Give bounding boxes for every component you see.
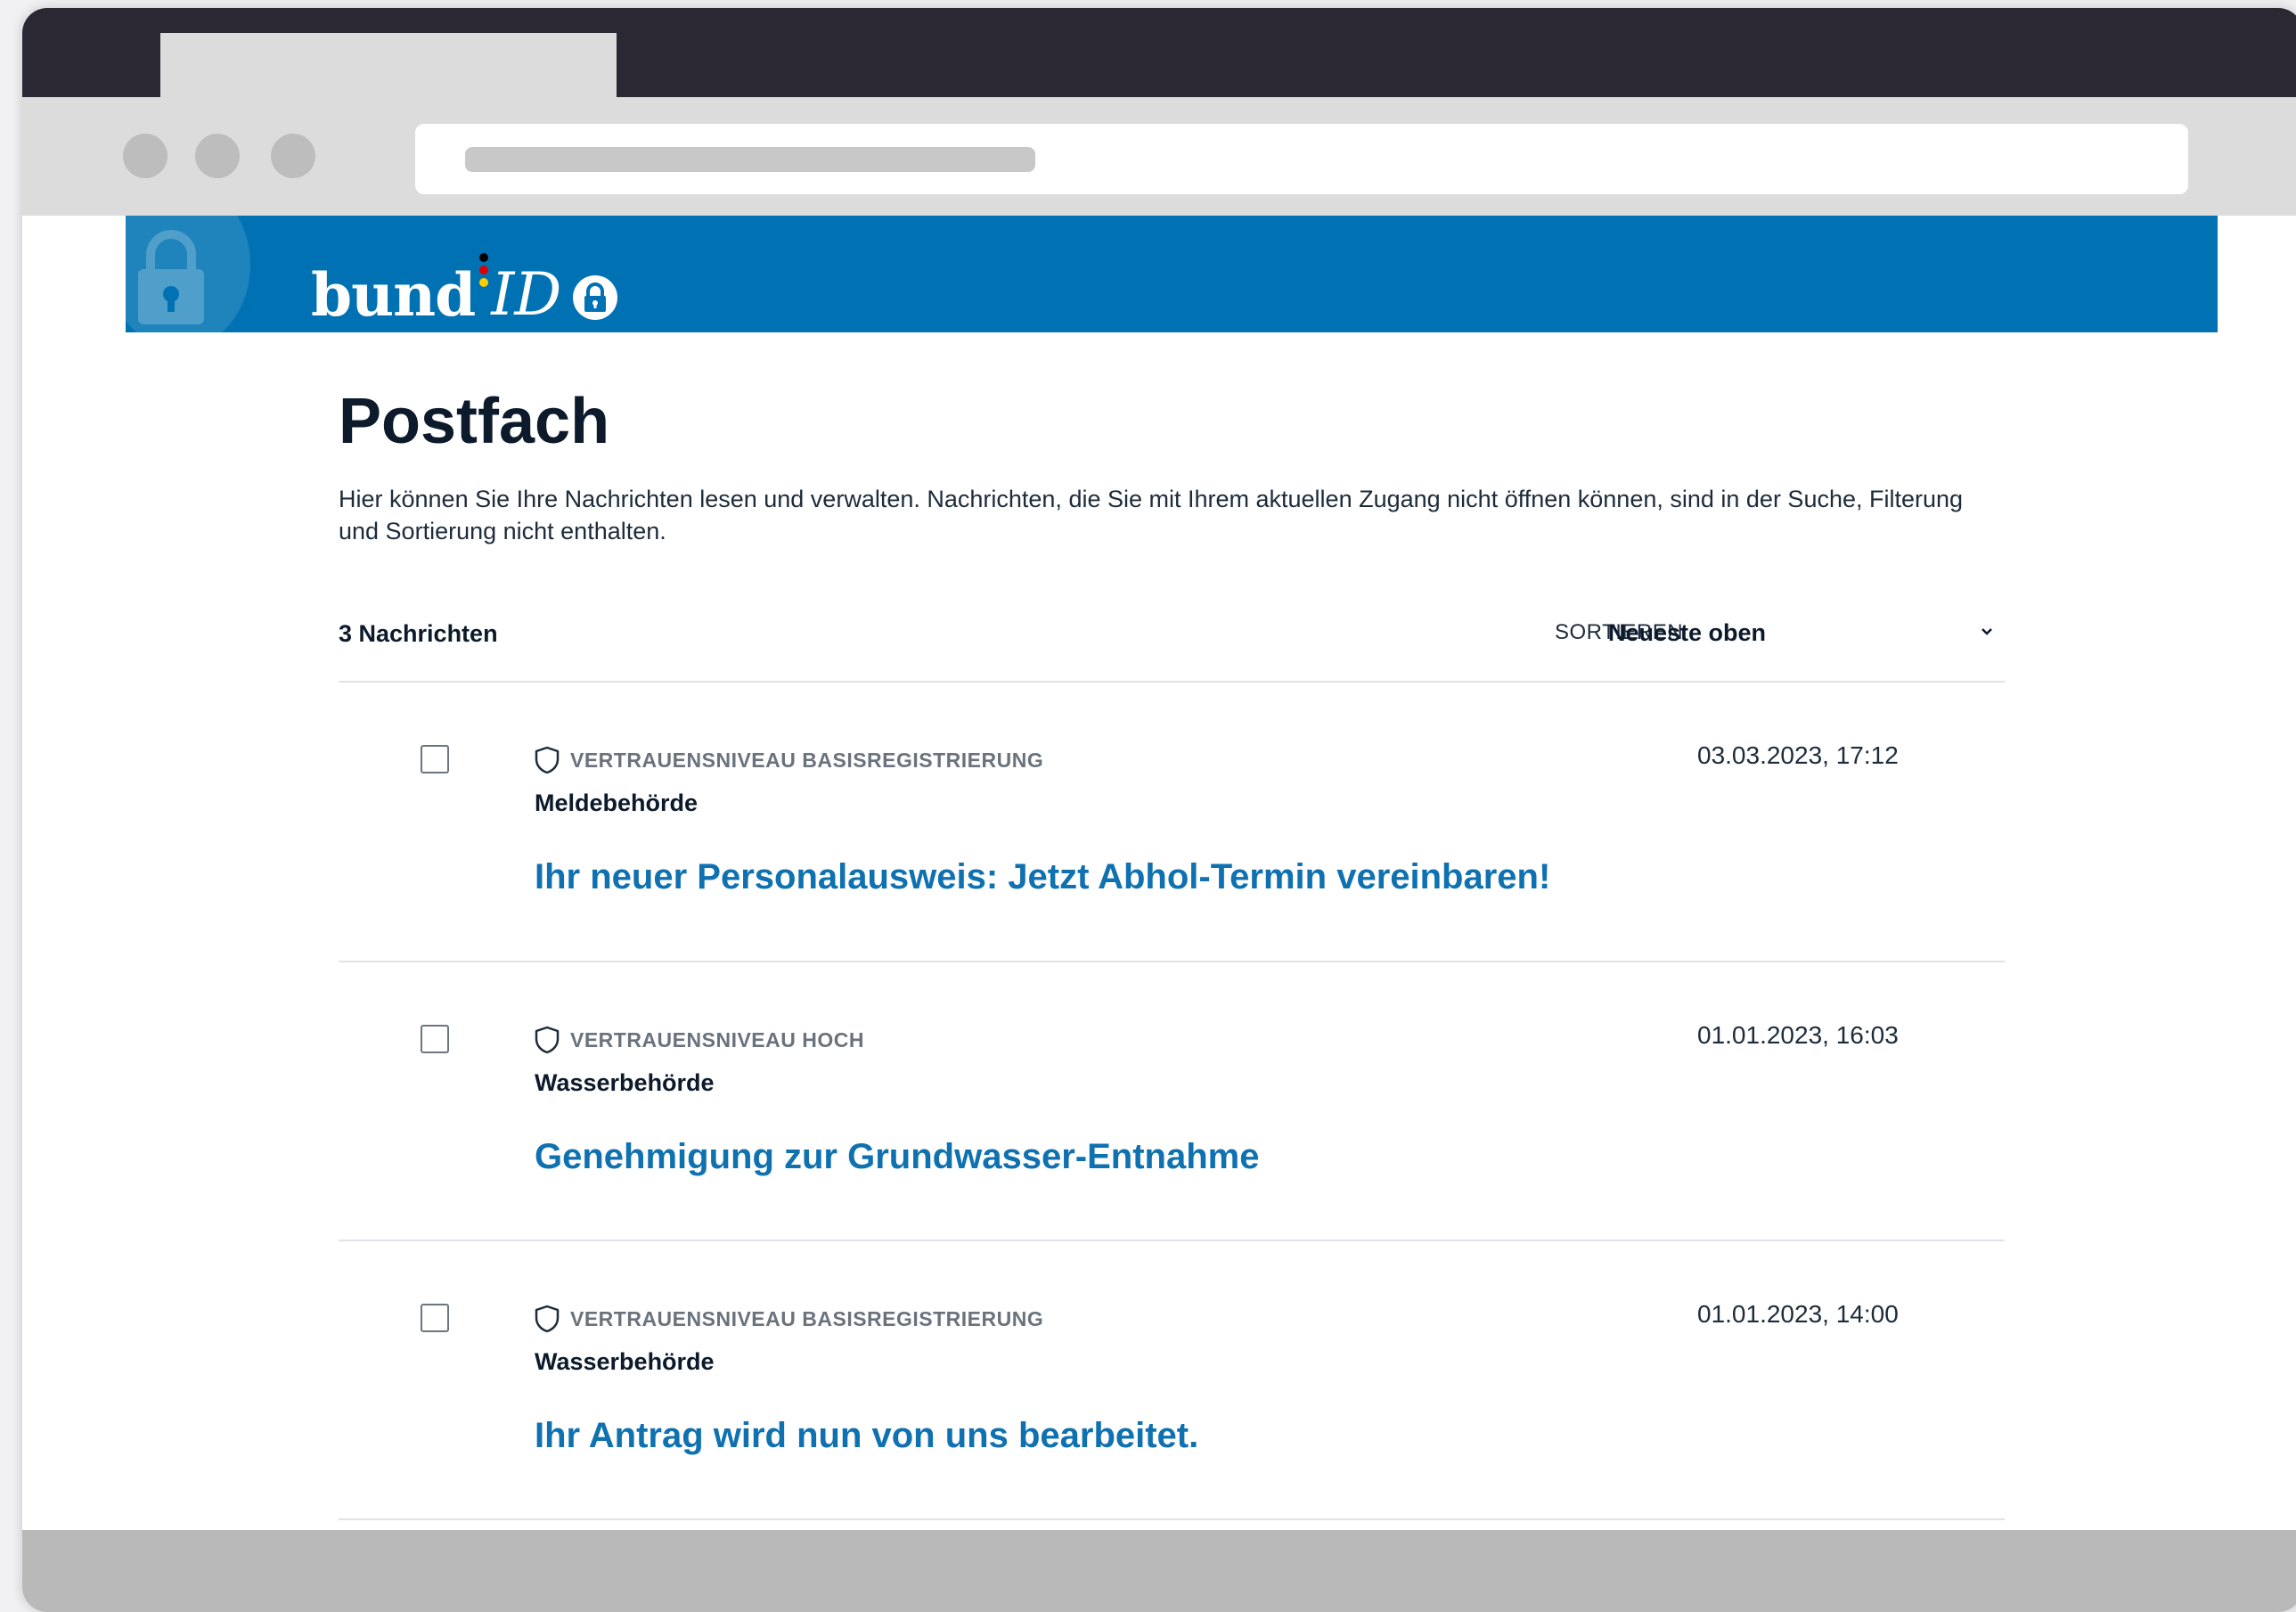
browser-tab-bar	[22, 8, 2296, 101]
message-count: 3 Nachrichten	[339, 620, 498, 647]
trust-level-label: VERTRAUENSNIVEAU BASISREGISTRIERUNG	[570, 1306, 1044, 1330]
message-checkbox[interactable]	[421, 1304, 449, 1332]
logo-text-id: ID	[491, 260, 562, 329]
list-divider	[339, 1518, 2005, 1520]
browser-bottom-band	[22, 1530, 2296, 1612]
address-bar-placeholder	[465, 147, 1035, 172]
window-maximize-dot[interactable]	[271, 134, 315, 178]
shield-icon	[535, 746, 560, 774]
message-sender: Wasserbehörde	[535, 1348, 715, 1375]
trust-level: VERTRAUENSNIVEAU BASISREGISTRIERUNG	[533, 745, 1043, 775]
page-viewport: bund ID Postfach Hier können Sie Ihre Na…	[22, 216, 2296, 1530]
trust-level-label: VERTRAUENSNIVEAU BASISREGISTRIERUNG	[570, 748, 1044, 772]
shield-icon	[535, 1305, 560, 1333]
window-minimize-dot[interactable]	[195, 134, 240, 178]
message-subject-link[interactable]: Genehmigung zur Grundwasser-Entnahme	[535, 1137, 1259, 1177]
message-date: 03.03.2023, 17:12	[1697, 741, 1899, 769]
message-item[interactable]: VERTRAUENSNIVEAU HOCH Wasserbehörde Gene…	[339, 1021, 2005, 1303]
list-divider	[339, 681, 2005, 683]
trust-level: VERTRAUENSNIVEAU BASISREGISTRIERUNG	[533, 1304, 1043, 1334]
message-sender: Wasserbehörde	[535, 1069, 715, 1096]
list-header: 3 Nachrichten SORTIEREN Neueste oben	[339, 618, 2005, 654]
browser-window: bund ID Postfach Hier können Sie Ihre Na…	[22, 8, 2296, 1612]
sort-select[interactable]: Neueste oben	[1608, 615, 2005, 654]
browser-toolbar	[22, 97, 2296, 216]
sort-value: Neueste oben	[1608, 619, 1767, 646]
logo-flag-dots	[477, 253, 491, 324]
chevron-down-icon	[1981, 628, 1992, 635]
bundid-logo[interactable]: bund ID	[311, 235, 618, 324]
list-divider	[339, 961, 2005, 962]
page-intro: Hier können Sie Ihre Nachrichten lesen u…	[339, 486, 1964, 544]
shield-icon	[535, 1026, 560, 1054]
trust-level-label: VERTRAUENSNIVEAU HOCH	[570, 1027, 864, 1051]
message-item[interactable]: VERTRAUENSNIVEAU BASISREGISTRIERUNG Meld…	[339, 741, 2005, 1023]
list-divider	[339, 1240, 2005, 1241]
site-header: bund ID	[126, 216, 2218, 332]
address-bar[interactable]	[415, 124, 2188, 194]
message-subject-link[interactable]: Ihr Antrag wird nun von uns bearbeitet.	[535, 1416, 1198, 1456]
message-date: 01.01.2023, 16:03	[1697, 1021, 1899, 1049]
message-checkbox[interactable]	[421, 745, 449, 773]
message-checkbox[interactable]	[421, 1025, 449, 1053]
page-title: Postfach	[339, 386, 610, 457]
trust-level: VERTRAUENSNIVEAU HOCH	[533, 1025, 864, 1055]
lock-decoration-icon	[138, 230, 204, 324]
message-subject-link[interactable]: Ihr neuer Personalausweis: Jetzt Abhol-T…	[535, 857, 1550, 897]
lock-icon	[573, 275, 618, 320]
message-sender: Meldebehörde	[535, 790, 699, 816]
window-close-dot[interactable]	[123, 134, 168, 178]
browser-tab[interactable]	[160, 33, 617, 101]
logo-text-bund: bund	[311, 260, 476, 330]
message-date: 01.01.2023, 14:00	[1697, 1300, 1899, 1328]
